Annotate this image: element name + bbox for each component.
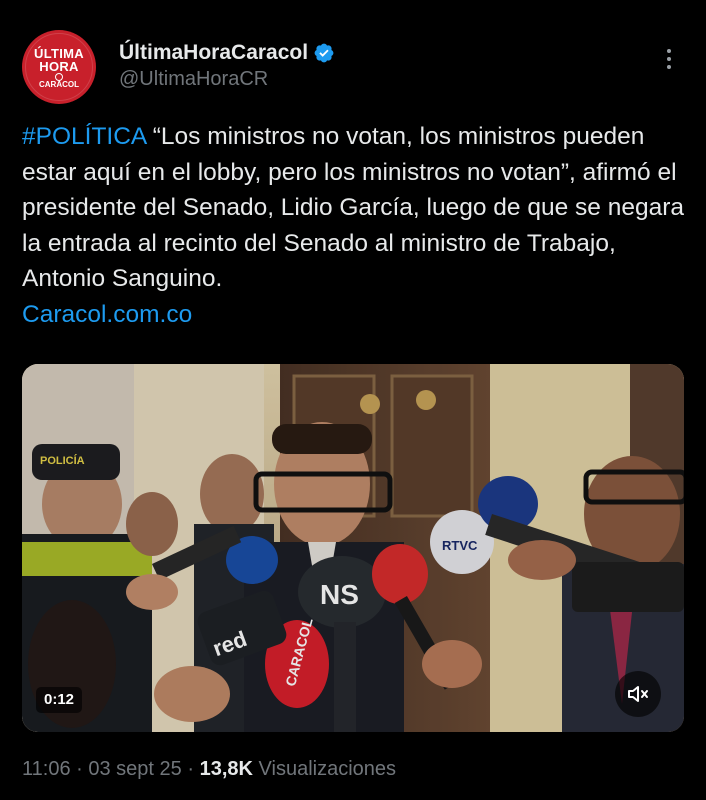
- tweet-meta: 11:06 · 03 sept 25 · 13,8K Visualizacion…: [22, 758, 396, 781]
- mute-toggle-button[interactable]: [615, 671, 661, 717]
- views-count: 13,8K: [199, 758, 253, 780]
- meta-separator: ·: [76, 758, 83, 780]
- video-duration-badge: 0:12: [36, 687, 83, 713]
- more-options-icon[interactable]: [657, 44, 681, 74]
- external-link[interactable]: Caracol.com.co: [22, 297, 692, 333]
- views-label: Visualizaciones: [258, 758, 397, 780]
- hashtag-link[interactable]: #POLÍTICA: [22, 123, 146, 150]
- tweet-text: #POLÍTICA “Los ministros no votan, los m…: [22, 119, 692, 332]
- video-frame: NS CARACOL red RTVC POLICÍA: [22, 364, 684, 732]
- more-dot: [667, 49, 671, 53]
- more-dot: [667, 57, 671, 61]
- verified-badge-icon[interactable]: [313, 42, 335, 64]
- author-name-row[interactable]: ÚltimaHoraCaracol: [119, 40, 335, 66]
- more-dot: [667, 65, 671, 69]
- avatar[interactable]: ÚLTIMA HORA CARACOL: [22, 30, 96, 104]
- avatar-text-line2: HORA: [39, 59, 79, 74]
- meta-separator: ·: [187, 758, 195, 780]
- author-handle[interactable]: @UltimaHoraCR: [119, 68, 268, 91]
- display-name[interactable]: ÚltimaHoraCaracol: [119, 41, 308, 65]
- video-player[interactable]: NS CARACOL red RTVC POLICÍA: [22, 364, 684, 732]
- tweet-date[interactable]: 03 sept 25: [88, 758, 181, 780]
- tweet-card[interactable]: ÚLTIMA HORA CARACOL ÚltimaHoraCaracol @U…: [0, 0, 706, 800]
- avatar-text-line3: CARACOL: [39, 80, 79, 89]
- tweet-time[interactable]: 11:06: [22, 758, 71, 780]
- speaker-muted-icon: [628, 686, 648, 702]
